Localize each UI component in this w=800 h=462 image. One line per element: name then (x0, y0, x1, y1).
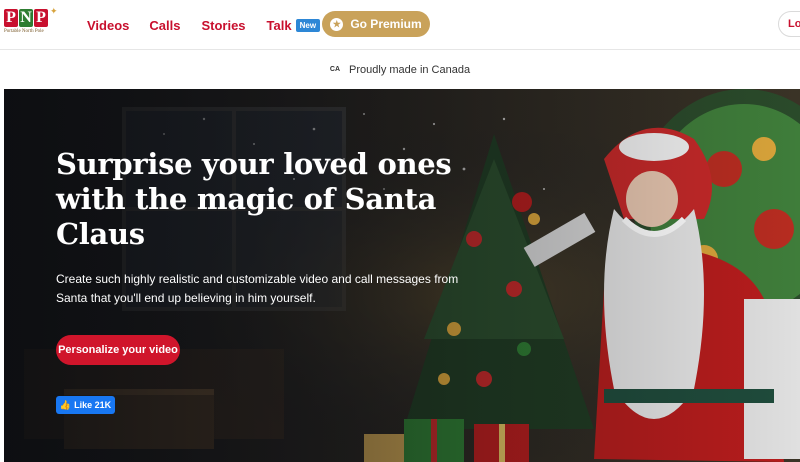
logo-letters: P N P (4, 9, 56, 27)
nav-item-calls[interactable]: Calls (149, 18, 180, 33)
logo-star-icon: ✦ (50, 6, 58, 16)
made-in-canada-bar: CA Proudly made in Canada (0, 50, 800, 89)
nav-item-stories[interactable]: Stories (201, 18, 245, 33)
go-premium-label: Go Premium (350, 17, 422, 31)
thumbs-up-icon: 👍 (59, 399, 72, 410)
new-badge: New (295, 18, 321, 32)
facebook-like-button[interactable]: 👍 Like 21K (56, 396, 115, 414)
like-count-label: Like 21K (74, 400, 112, 410)
hero-banner: Surprise your loved ones with the magic … (4, 89, 800, 462)
nav-item-talk-label: Talk (266, 17, 292, 33)
main-nav: Videos Calls Stories Talk New (87, 0, 341, 50)
logo-letter-p2: P (34, 9, 48, 27)
top-navigation-bar: P N P ✦ Portable North Pole Videos Calls… (0, 0, 800, 50)
login-button[interactable]: Log (778, 11, 800, 37)
logo-letter-n: N (19, 9, 33, 27)
hero-subtitle: Create such highly realistic and customi… (56, 272, 459, 305)
star-icon: ★ (330, 17, 344, 31)
nav-item-talk[interactable]: Talk New (267, 18, 321, 33)
personalize-video-button[interactable]: Personalize your video (56, 335, 180, 365)
go-premium-button[interactable]: ★ Go Premium (322, 11, 430, 37)
canada-flag-icon: CA (329, 66, 341, 73)
logo-letter-p1: P (4, 9, 18, 27)
hero-title: Surprise your loved ones with the magic … (56, 147, 452, 251)
pnp-logo[interactable]: P N P ✦ Portable North Pole (4, 6, 58, 41)
nav-item-videos[interactable]: Videos (87, 18, 129, 33)
made-in-canada-text: Proudly made in Canada (349, 63, 471, 76)
logo-subtitle: Portable North Pole (4, 29, 44, 34)
